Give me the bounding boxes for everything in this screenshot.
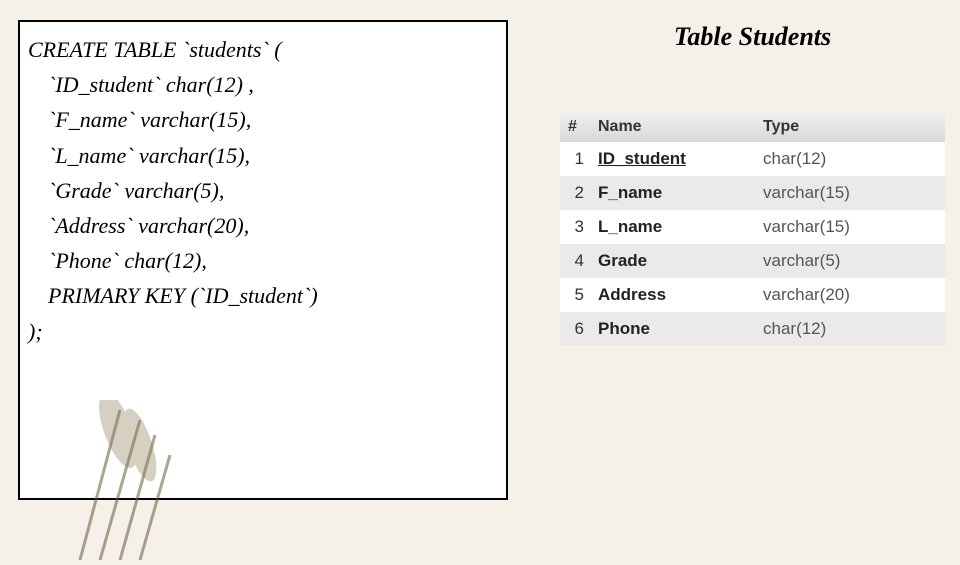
column-name: L_name [590, 210, 755, 244]
sql-line: `Grade` varchar(5), [28, 173, 498, 208]
column-name: ID_student [590, 142, 755, 176]
row-number: 2 [560, 176, 590, 210]
table-row: 4 Grade varchar(5) [560, 244, 945, 278]
column-name: Phone [590, 312, 755, 346]
row-number: 5 [560, 278, 590, 312]
table-row: 3 L_name varchar(15) [560, 210, 945, 244]
header-type: Type [755, 112, 945, 142]
column-name: Grade [590, 244, 755, 278]
table-row: 6 Phone char(12) [560, 312, 945, 346]
column-type: varchar(15) [755, 210, 945, 244]
sql-code-box: CREATE TABLE `students` ( `ID_student` c… [18, 20, 508, 500]
sql-line: `Address` varchar(20), [28, 208, 498, 243]
column-type: varchar(5) [755, 244, 945, 278]
row-number: 1 [560, 142, 590, 176]
column-type: char(12) [755, 312, 945, 346]
sql-line: CREATE TABLE `students` ( [28, 32, 498, 67]
sql-line: `L_name` varchar(15), [28, 138, 498, 173]
column-type: varchar(15) [755, 176, 945, 210]
table-row: 1 ID_student char(12) [560, 142, 945, 176]
column-name: Address [590, 278, 755, 312]
table-row: 2 F_name varchar(15) [560, 176, 945, 210]
table-row: 5 Address varchar(20) [560, 278, 945, 312]
sql-line: `Phone` char(12), [28, 243, 498, 278]
sql-line: PRIMARY KEY (`ID_student`) [28, 278, 498, 313]
table-header-row: # Name Type [560, 112, 945, 142]
header-name: Name [590, 112, 755, 142]
sql-line: `F_name` varchar(15), [28, 102, 498, 137]
column-type: char(12) [755, 142, 945, 176]
header-hash: # [560, 112, 590, 142]
table-title: Table Students [560, 22, 945, 52]
row-number: 3 [560, 210, 590, 244]
row-number: 6 [560, 312, 590, 346]
row-number: 4 [560, 244, 590, 278]
schema-table: # Name Type 1 ID_student char(12) 2 F_na… [560, 112, 945, 346]
column-type: varchar(20) [755, 278, 945, 312]
right-panel: Table Students # Name Type 1 ID_student … [560, 22, 945, 346]
column-name: F_name [590, 176, 755, 210]
sql-line: ); [28, 314, 498, 349]
sql-line: `ID_student` char(12) , [28, 67, 498, 102]
